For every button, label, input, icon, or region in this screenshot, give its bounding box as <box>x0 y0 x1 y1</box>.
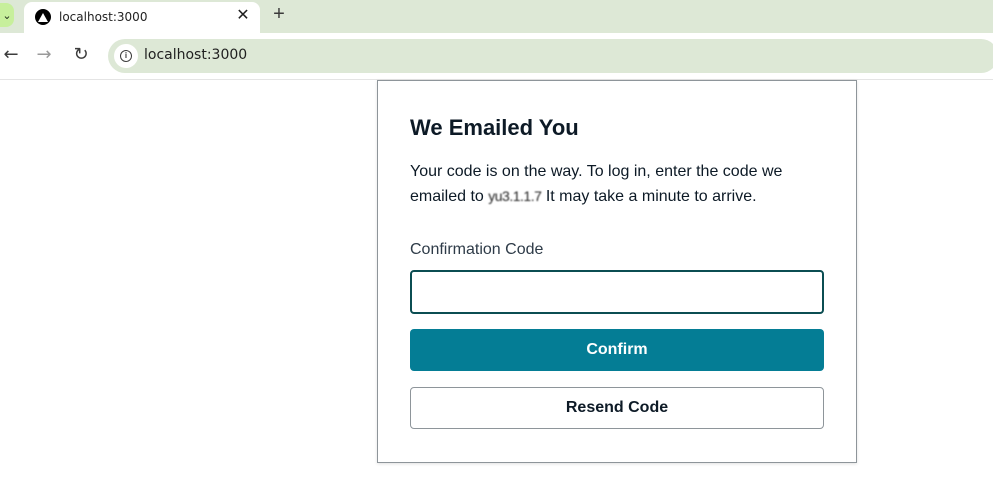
new-tab-button[interactable]: + <box>268 3 290 25</box>
confirm-button[interactable]: Confirm <box>410 329 824 371</box>
address-url[interactable]: localhost:3000 <box>144 47 247 63</box>
tab-title: localhost:3000 <box>59 10 148 24</box>
tab-list-button[interactable]: ⌄ <box>0 3 14 27</box>
browser-toolbar: ← → ↻ i localhost:3000 <box>0 33 993 80</box>
masked-email: yu3.1.1.7 <box>488 188 542 204</box>
chevron-down-icon: ⌄ <box>2 9 12 22</box>
reload-icon[interactable]: ↻ <box>70 44 92 66</box>
confirmation-code-label: Confirmation Code <box>410 241 544 258</box>
card-description: Your code is on the way. To log in, ente… <box>410 160 820 209</box>
resend-code-button[interactable]: Resend Code <box>410 387 824 429</box>
back-arrow-icon[interactable]: ← <box>0 44 22 66</box>
close-icon[interactable]: ✕ <box>234 6 252 26</box>
triangle-logo-icon <box>35 9 51 25</box>
address-bar[interactable]: i localhost:3000 <box>108 39 993 73</box>
site-info-button[interactable]: i <box>114 44 138 68</box>
browser-tab-active[interactable]: localhost:3000 ✕ <box>24 2 260 33</box>
browser-tab-strip: ⌄ localhost:3000 ✕ + <box>0 0 993 33</box>
confirmation-code-input[interactable] <box>410 270 824 314</box>
info-icon: i <box>120 50 132 62</box>
card-title: We Emailed You <box>410 115 579 140</box>
confirm-signup-card: We Emailed You Your code is on the way. … <box>377 80 857 463</box>
description-text-end: It may take a minute to arrive. <box>541 188 757 205</box>
forward-arrow-icon[interactable]: → <box>33 44 55 66</box>
